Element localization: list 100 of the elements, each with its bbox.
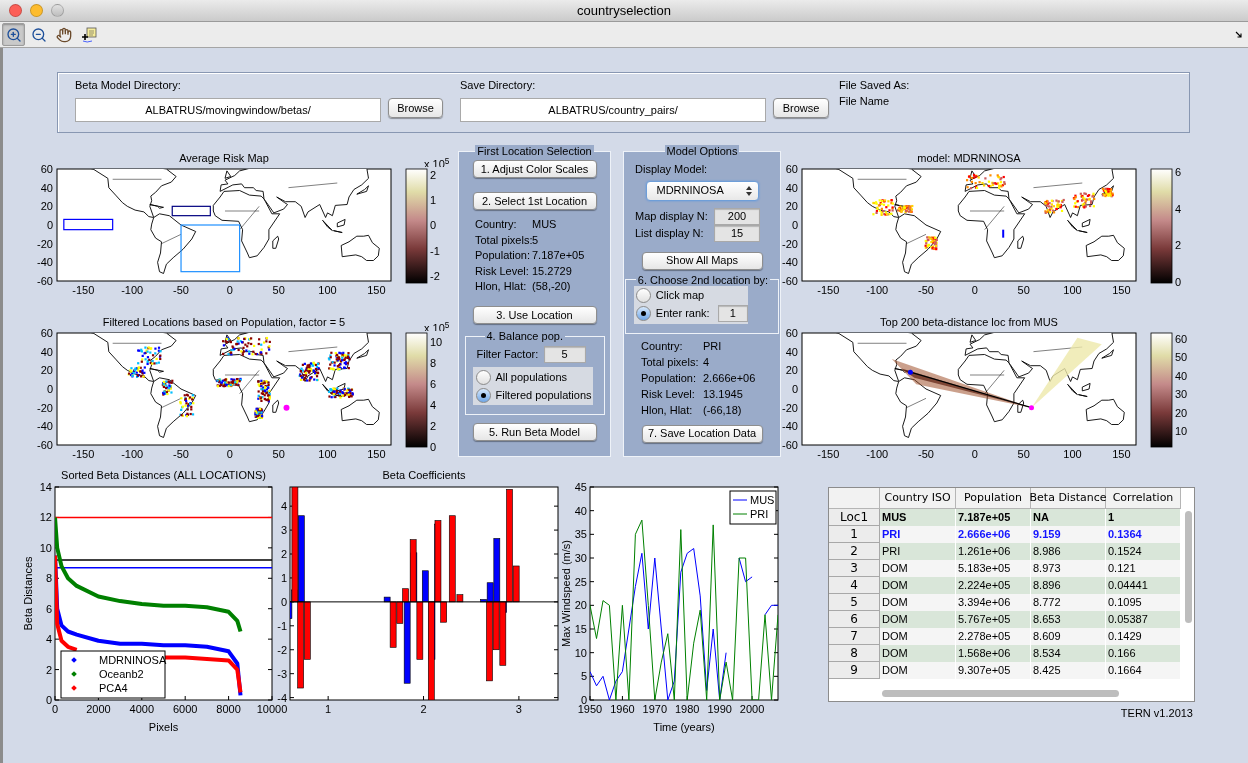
tick-label: 25 [574,575,587,588]
option-label: Enter rank: [655,306,710,322]
tick-label: -60 [37,439,53,451]
table-cell: 5.183e+05 [956,560,1031,577]
tick-label: -150 [72,284,95,296]
tick-label: 0 [45,694,52,706]
panel-title: 6. Choose 2nd location by: [636,273,770,286]
info-value: 4 [703,354,710,370]
info-value: 5 [532,232,539,248]
table-cell: 8.973 [1031,560,1106,577]
tick-label: -50 [918,284,934,296]
tick-label: 2 [1175,239,1182,252]
tick-label: 40 [40,345,53,358]
field-label: File Saved As: [839,79,910,92]
tick-label: 6 [45,602,52,615]
tick-label: 1990 [707,703,732,715]
plot-title: model: MDRNINOSA [917,152,1021,164]
tick-label: 15 [574,623,587,635]
legend-label: MDRNINOSA [99,654,167,666]
tick-label: -20 [782,237,798,250]
table-cell: 0.1429 [1106,628,1181,645]
table-cell: 8.609 [1031,628,1106,645]
tick-label: 5 [580,670,587,683]
option-label: All populations [495,369,568,385]
field-label: Beta Model Directory: [75,79,182,92]
plot-title: Average Risk Map [179,152,269,164]
table-cell: 9.307e+05 [956,662,1031,679]
tick-label: 0 [226,284,233,296]
tick-label: 100 [1063,448,1082,460]
tick-label: 100 [318,284,337,296]
tick-label: 0 [280,595,287,608]
tick-label: 8 [430,357,437,370]
tick-label: 1 [325,703,332,715]
tick-label: -150 [72,448,95,460]
tick-label: -50 [918,448,934,460]
tick-label: 20 [40,364,53,377]
tick-label: -100 [866,284,889,296]
tick-label: 0 [971,448,978,460]
tick-label: -40 [37,420,53,433]
tick-label: 4 [280,500,287,513]
tick-label: 50 [272,448,285,460]
field-label: Save Directory: [460,79,537,92]
table-cell: 8.772 [1031,594,1106,611]
table-cell: 2.278e+05 [956,628,1031,645]
tick-label: -40 [37,256,53,269]
table-cell: 1.568e+06 [956,645,1031,662]
tick-label: -20 [37,401,53,414]
tick-label: 2 [280,548,287,560]
tick-label: 50 [1175,351,1188,364]
field-label: List display N: [635,225,705,241]
tick-label: 1 [280,571,287,584]
info-value: 7.187e+05 [532,248,585,264]
field-label: Filter Factor: [476,347,540,363]
info-label: Hlon, Hlat: [475,279,528,295]
tick-label: 0 [430,441,437,453]
tick-label: 0 [791,219,798,231]
tick-label: 20 [1175,406,1188,419]
table-cell: PRI [880,543,956,560]
tick-label: -1 [277,619,287,632]
legend-label: Oceanb2 [99,668,144,680]
info-value: 13.1945 [703,386,743,402]
legend-label: PCA4 [99,682,128,694]
tick-label: -2 [277,643,287,656]
table-cell: 8.896 [1031,577,1106,594]
legend-label: MUS [750,494,775,506]
tick-label: 40 [785,345,798,358]
table-cell: 0.1364 [1106,526,1181,543]
tick-label: 20 [785,364,798,377]
tick-label: 1970 [642,703,668,715]
tick-label: -100 [866,448,889,460]
field-label: Display Model: [635,162,708,177]
tick-label: 10 [574,646,587,659]
table-cell: 0.05387 [1106,611,1181,628]
panel-title: Model Options [664,145,740,157]
tick-label: 60 [785,327,798,339]
info-value: 15.2729 [532,263,572,279]
tick-label: 1960 [610,703,635,715]
info-value: (58,-20) [532,279,571,295]
tick-label: -40 [782,256,798,269]
window-title: countryselection [577,1,671,20]
table-cell: DOM [880,594,956,611]
table-cell: 9.159 [1031,526,1106,543]
tick-label: 2000 [86,703,111,715]
tick-label: 40 [1175,369,1188,382]
axis-label: Time (years) [653,721,715,733]
tick-label: 50 [272,284,285,296]
tick-label: 40 [574,504,587,517]
info-label: Population: [475,248,532,264]
info-label: Risk Level: [475,263,530,279]
table-cell: DOM [880,628,956,645]
plot-title: Filtered Locations based on Population, factor = 5 [102,316,346,328]
tick-label: -20 [37,237,53,250]
info-value: 2.666e+06 [703,370,756,386]
tick-label: 6000 [172,703,198,715]
tick-label: -50 [173,284,189,296]
info-value: (-66,18) [703,402,742,418]
field-label: Map display N: [635,208,709,224]
legend-label: PRI [750,508,769,520]
table-cell: DOM [880,560,956,577]
tick-label: 10000 [256,703,288,715]
